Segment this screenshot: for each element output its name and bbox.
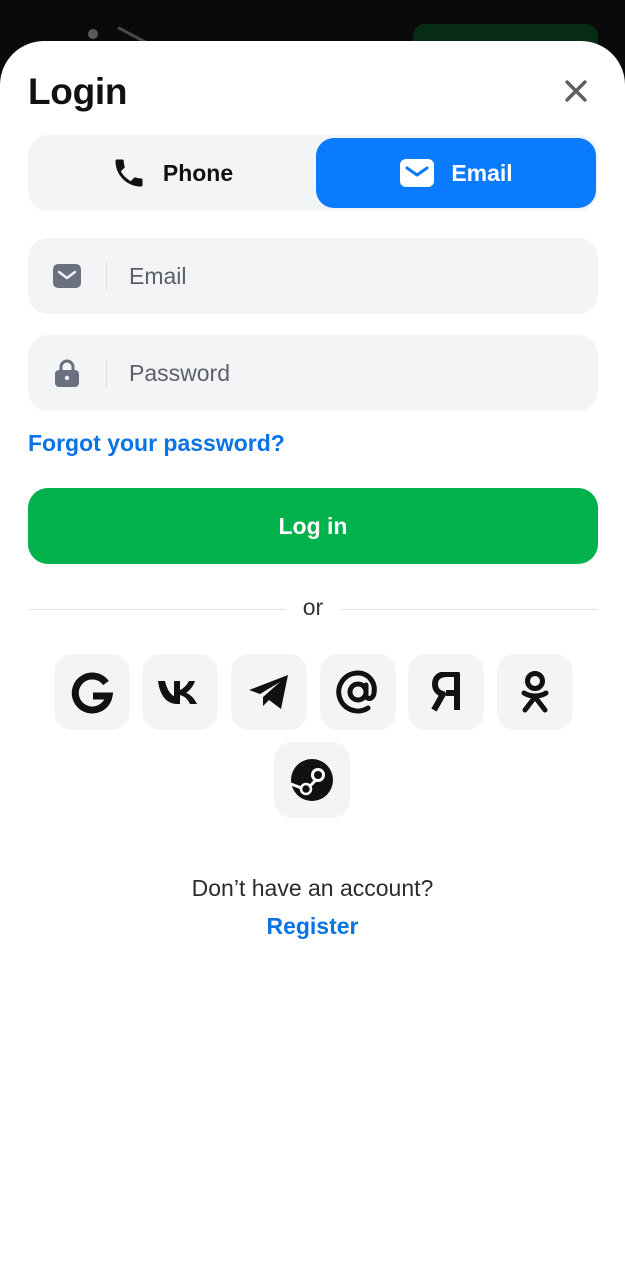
vk-login-button[interactable] — [142, 654, 218, 730]
telegram-icon — [249, 675, 288, 709]
email-input[interactable] — [107, 238, 598, 314]
phone-icon — [115, 159, 143, 187]
password-field-icon-wrap — [28, 335, 106, 411]
tab-phone[interactable]: Phone — [31, 138, 313, 208]
telegram-login-button[interactable] — [231, 654, 307, 730]
lock-icon — [55, 359, 79, 387]
login-button[interactable]: Log in — [28, 488, 598, 564]
no-account-text: Don’t have an account? — [191, 875, 434, 901]
login-sheet: Login Phone Email Email Forgot your pass… — [0, 41, 625, 1280]
close-icon — [565, 80, 587, 102]
odnoklassniki-login-button[interactable] — [497, 654, 573, 730]
mail-ru-icon — [336, 670, 377, 714]
login-method-toggle: Phone Email — [28, 135, 598, 211]
or-divider: or — [28, 594, 598, 624]
email-field-icon-wrap — [28, 238, 106, 314]
or-label: or — [302, 594, 324, 620]
google-login-button[interactable] — [54, 654, 130, 730]
google-icon — [71, 672, 114, 714]
divider-line-right — [340, 609, 598, 610]
tab-phone-label: Phone — [162, 159, 234, 186]
register-link[interactable]: Register — [0, 913, 625, 940]
tab-email[interactable]: Email — [316, 138, 596, 208]
steam-icon — [290, 759, 333, 801]
envelope-icon — [400, 159, 435, 187]
forgot-password-link[interactable]: Forgot your password? — [28, 430, 285, 457]
page-title: Login — [28, 71, 128, 112]
odnoklassniki-icon — [521, 671, 549, 713]
password-input[interactable] — [107, 335, 598, 411]
password-field-container — [28, 335, 598, 411]
vk-icon — [158, 681, 197, 704]
email-field-container — [28, 238, 598, 314]
tab-email-label: Email — [451, 159, 513, 186]
envelope-icon — [53, 264, 81, 288]
yandex-login-button[interactable] — [408, 654, 484, 730]
steam-login-button[interactable] — [274, 742, 350, 818]
close-button[interactable] — [560, 75, 592, 107]
mailru-login-button[interactable] — [320, 654, 396, 730]
background-dot — [88, 29, 98, 39]
yandex-icon — [431, 672, 460, 712]
divider-line-left — [28, 609, 286, 610]
